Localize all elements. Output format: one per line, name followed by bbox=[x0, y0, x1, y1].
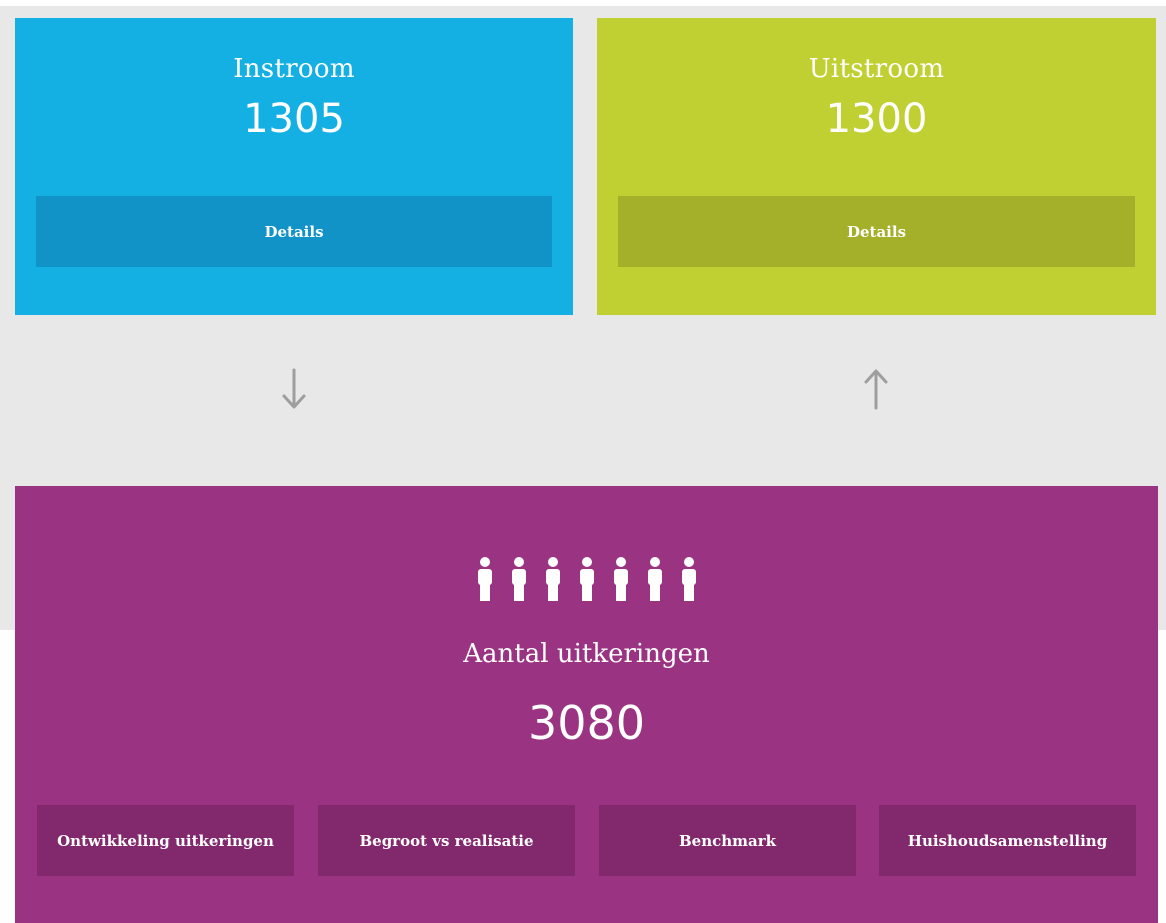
instroom-value: 1305 bbox=[243, 96, 345, 142]
instroom-details-button[interactable]: Details bbox=[36, 196, 552, 267]
huishoudsamenstelling-button[interactable]: Huishoudsamenstelling bbox=[879, 805, 1136, 876]
ontwikkeling-uitkeringen-button[interactable]: Ontwikkeling uitkeringen bbox=[37, 805, 294, 876]
uitkeringen-panel: Aantal uitkeringen 3080 Ontwikkeling uit… bbox=[15, 486, 1158, 923]
person-icon bbox=[511, 557, 526, 601]
uitstroom-details-button[interactable]: Details bbox=[618, 196, 1135, 267]
arrow-down-icon bbox=[274, 364, 314, 414]
person-icon bbox=[681, 557, 696, 601]
arrow-up-icon bbox=[856, 364, 896, 414]
person-icon bbox=[579, 557, 594, 601]
uitkeringen-value: 3080 bbox=[527, 696, 646, 750]
begroot-vs-realisatie-button[interactable]: Begroot vs realisatie bbox=[318, 805, 575, 876]
instroom-card: Instroom 1305 Details bbox=[15, 18, 573, 315]
instroom-title: Instroom bbox=[233, 54, 355, 84]
people-icon bbox=[15, 556, 1158, 602]
uitstroom-value: 1300 bbox=[825, 96, 928, 142]
person-icon bbox=[477, 557, 492, 601]
person-icon bbox=[647, 557, 662, 601]
left-edge bbox=[0, 630, 10, 923]
uitkeringen-button-row: Ontwikkeling uitkeringen Begroot vs real… bbox=[37, 805, 1137, 876]
uitstroom-title: Uitstroom bbox=[808, 54, 945, 84]
uitkeringen-title: Aantal uitkeringen bbox=[463, 639, 710, 669]
person-icon bbox=[545, 557, 560, 601]
uitstroom-card: Uitstroom 1300 Details bbox=[597, 18, 1156, 315]
person-icon bbox=[613, 557, 628, 601]
top-strip bbox=[0, 0, 1166, 6]
benchmark-button[interactable]: Benchmark bbox=[599, 805, 856, 876]
